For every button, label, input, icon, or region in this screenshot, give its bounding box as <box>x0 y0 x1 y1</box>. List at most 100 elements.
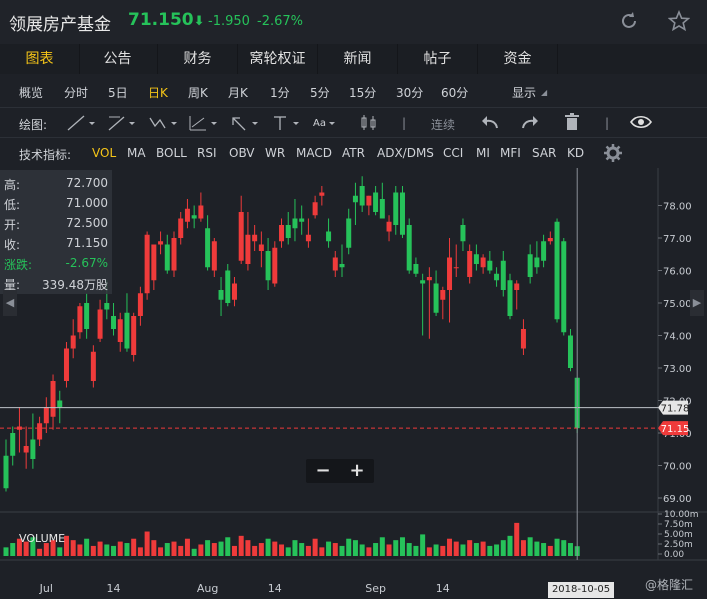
zoom-out-button[interactable]: − <box>306 459 340 483</box>
candle-body <box>258 244 264 251</box>
volume-bar <box>480 541 486 556</box>
volume-bar <box>144 531 150 556</box>
indicator-atr[interactable]: ATR <box>342 146 365 160</box>
indicator-ma[interactable]: MA <box>127 146 146 160</box>
candle-body <box>547 238 553 242</box>
candle-body <box>63 348 69 381</box>
zoom-in-button[interactable]: + <box>340 459 374 483</box>
wave-tool-icon[interactable] <box>148 114 178 132</box>
channel-tool-icon[interactable] <box>188 114 218 132</box>
volume-bar <box>245 540 251 556</box>
candle-body <box>164 244 170 271</box>
tab-news[interactable]: 新闻 <box>318 44 398 74</box>
scroll-left-arrow[interactable]: ◀ <box>3 290 17 316</box>
crosshair-date: 2018-10-05 <box>548 582 614 598</box>
period-1min[interactable]: 1分 <box>270 84 290 101</box>
volume-bar <box>211 543 217 556</box>
indicator-vol[interactable]: VOL <box>92 146 116 160</box>
period-weekly[interactable]: 周K <box>188 84 208 101</box>
arrow-tool-icon[interactable] <box>229 114 259 132</box>
volume-bar <box>527 537 533 556</box>
trash-icon[interactable] <box>562 112 582 132</box>
line-tool-icon[interactable] <box>66 114 96 132</box>
period-5min[interactable]: 5分 <box>310 84 330 101</box>
period-daily[interactable]: 日K <box>148 84 168 101</box>
candle-body <box>366 195 372 206</box>
continuous-toggle[interactable]: 连续 <box>431 116 455 133</box>
period-60min[interactable]: 60分 <box>441 84 468 101</box>
indicator-boll[interactable]: BOLL <box>156 146 187 160</box>
volume-bar <box>541 543 547 556</box>
redo-icon[interactable] <box>520 113 540 133</box>
refresh-icon[interactable] <box>618 10 640 32</box>
low-label: 低: <box>4 198 21 212</box>
indicator-macd[interactable]: MACD <box>296 146 332 160</box>
tab-capital[interactable]: 资金 <box>478 44 558 74</box>
stock-price: 71.150⬇ <box>128 10 205 30</box>
volume-bar <box>305 545 311 556</box>
candle-body <box>541 241 547 261</box>
period-5day[interactable]: 5日 <box>108 84 128 101</box>
period-15min[interactable]: 15分 <box>349 84 376 101</box>
x-tick-label: 14 <box>107 582 121 595</box>
period-monthly[interactable]: 月K <box>228 84 248 101</box>
indicator-adx[interactable]: ADX/DMS <box>377 146 434 160</box>
period-overview[interactable]: 概览 <box>19 84 43 101</box>
period-bar: 概览 分时 5日 日K 周K 月K 1分 5分 15分 30分 60分 显示 ◢ <box>0 76 707 106</box>
star-icon[interactable] <box>668 10 690 32</box>
candle-body <box>285 225 291 238</box>
font-tool[interactable]: Aa <box>313 118 326 129</box>
eye-icon[interactable] <box>630 114 652 130</box>
candle-body <box>3 455 9 489</box>
tab-announce[interactable]: 公告 <box>78 44 158 74</box>
volume-bar <box>326 541 332 556</box>
tab-finance[interactable]: 财务 <box>158 44 238 74</box>
candle-body <box>487 260 493 271</box>
indicator-wr[interactable]: WR <box>265 146 285 160</box>
font-caret-icon <box>329 122 335 125</box>
volume-bar <box>285 547 291 556</box>
indicator-cci[interactable]: CCI <box>443 146 463 160</box>
tab-posts[interactable]: 帖子 <box>398 44 478 74</box>
period-30min[interactable]: 30分 <box>396 84 423 101</box>
volume-bar <box>332 543 338 556</box>
volume-bar <box>117 541 123 556</box>
candle-body <box>265 251 271 281</box>
candle-body <box>171 238 177 271</box>
indicator-kd[interactable]: KD <box>567 146 584 160</box>
indicator-mi[interactable]: MI <box>476 146 490 160</box>
candle-body <box>117 319 123 342</box>
candle-body <box>346 218 352 248</box>
candle-body <box>514 283 520 290</box>
candle-tool-icon[interactable] <box>359 113 379 133</box>
candle-body <box>561 241 567 333</box>
indicator-obv[interactable]: OBV <box>229 146 255 160</box>
candle-body <box>77 306 83 333</box>
candle-body <box>473 254 479 264</box>
period-intraday[interactable]: 分时 <box>64 84 88 101</box>
undo-icon[interactable] <box>480 113 500 133</box>
candle-body <box>231 283 237 300</box>
volume-bar <box>111 545 117 556</box>
indicator-rsi[interactable]: RSI <box>197 146 217 160</box>
scroll-right-arrow[interactable]: ▶ <box>690 290 704 316</box>
open-value: 72.500 <box>66 216 108 230</box>
y-tick-label: 74.00 <box>663 332 692 343</box>
y-tick-label: 73.00 <box>663 364 692 375</box>
indicator-sar[interactable]: SAR <box>532 146 556 160</box>
candle-body <box>37 423 43 440</box>
indicator-mfi[interactable]: MFI <box>500 146 521 160</box>
volume-bar <box>218 541 224 556</box>
display-menu[interactable]: 显示 <box>512 84 536 101</box>
gear-icon[interactable] <box>603 143 623 163</box>
tab-warrants[interactable]: 窝轮权证 <box>238 44 318 74</box>
volume-bar <box>158 547 164 556</box>
ohlc-info-panel: 高: 72.700 低: 71.000 开: 72.500 收: 71.150 … <box>0 170 112 294</box>
volume-bar <box>373 543 379 556</box>
vol-tick-label: 7.50m <box>664 520 693 530</box>
text-tool-icon[interactable] <box>270 114 300 132</box>
volume-bar <box>238 535 244 556</box>
volume-bar <box>473 543 479 556</box>
tab-chart[interactable]: 图表 <box>0 44 80 74</box>
ray-tool-icon[interactable] <box>106 114 136 132</box>
